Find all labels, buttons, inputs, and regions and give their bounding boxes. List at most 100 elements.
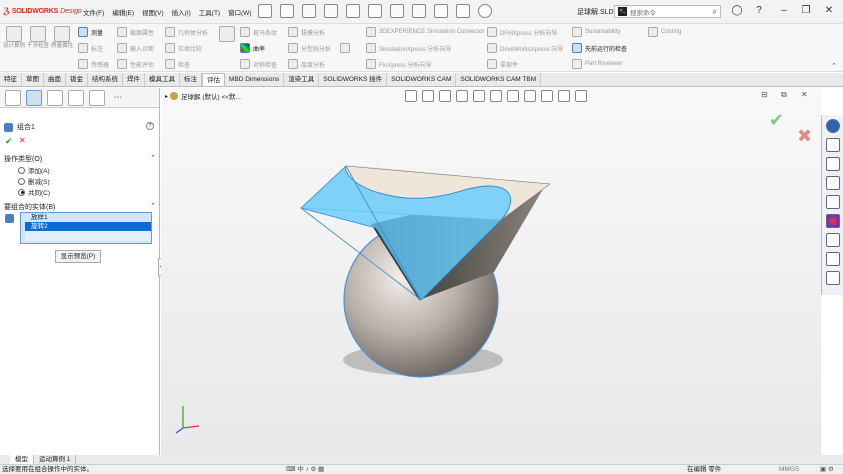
solidworks-resources-icon[interactable]: [825, 119, 840, 133]
feature-manager-tab-icon[interactable]: [5, 89, 21, 106]
tab-model[interactable]: 模型: [10, 455, 34, 464]
rebuild-icon[interactable]: [434, 4, 448, 18]
new-document-icon[interactable]: [280, 4, 294, 18]
check-button[interactable]: 检查: [165, 59, 190, 69]
appearances-icon[interactable]: [825, 214, 840, 228]
3dx-simulation-connector-button[interactable]: 3DEXPERIENCE Simulation Connector: [366, 27, 484, 37]
menu-file[interactable]: 文件(F): [79, 7, 108, 17]
geometry-analysis-button[interactable]: 几何体分析: [165, 27, 208, 37]
print-icon[interactable]: [346, 4, 360, 18]
property-manager-tab-icon[interactable]: [26, 89, 42, 106]
menu-view[interactable]: 视图(V): [138, 7, 168, 17]
tab-mbd-dimensions[interactable]: MBD Dimensions: [225, 73, 285, 86]
menu-edit[interactable]: 编辑(E): [108, 7, 138, 17]
performance-evaluation-button[interactable]: 性能评估: [117, 59, 154, 69]
curvature-button[interactable]: 曲率: [240, 43, 265, 53]
tab-mold-tools[interactable]: 模具工具: [145, 73, 180, 86]
options-gear-icon[interactable]: [478, 4, 492, 18]
menu-window[interactable]: 窗口(W): [224, 7, 255, 17]
more-tabs-icon[interactable]: ⋯: [110, 90, 126, 106]
driveworksxpress-button[interactable]: DriveWorksXpress 向导: [487, 43, 563, 53]
file-properties-icon[interactable]: [456, 4, 470, 18]
user-account-icon[interactable]: ◯: [730, 4, 744, 18]
body-item-revolve2[interactable]: 旋转2: [25, 222, 151, 231]
zebra-stripes-button[interactable]: 斑马条纹: [240, 27, 277, 37]
undo-icon[interactable]: [368, 4, 382, 18]
tab-motion-study[interactable]: 运动算例 1: [34, 455, 77, 464]
mass-properties-button[interactable]: 质量属性: [50, 26, 74, 50]
tab-sheet-metal[interactable]: 钣金: [66, 73, 88, 86]
markup-button[interactable]: 标注: [78, 43, 103, 53]
close-button[interactable]: ✕: [822, 4, 836, 18]
cancel-button[interactable]: ✕: [19, 136, 26, 145]
tab-render-tools[interactable]: 渲染工具: [284, 73, 320, 86]
part-reviewer-button[interactable]: Part Reviewer: [572, 59, 623, 69]
symmetry-check-button[interactable]: 对称检查: [240, 59, 277, 69]
tab-features[interactable]: 特征: [0, 73, 22, 86]
thickness-analysis-button[interactable]: 厚度分析: [288, 59, 325, 69]
floxpress-button[interactable]: FloXpress 分析向导: [366, 59, 432, 69]
save-icon[interactable]: [324, 4, 338, 18]
menu-insert[interactable]: 插入(I): [168, 7, 195, 17]
tab-markup[interactable]: 标注: [180, 73, 202, 86]
draft-analysis-button[interactable]: 拔模分析: [288, 27, 325, 37]
section-properties-button[interactable]: 截面属性: [117, 27, 154, 37]
bodies-selection-box[interactable]: 放样1 旋转2: [20, 212, 152, 244]
components-button[interactable]: 零部件: [487, 59, 518, 69]
radio-add[interactable]: 添加(A): [18, 165, 50, 175]
radio-subtract[interactable]: 删减(S): [18, 176, 50, 186]
solidworks-logo[interactable]: ℨ SOLIDWORKS Design: [0, 6, 82, 17]
tab-scroll-arrows-icon[interactable]: [0, 455, 10, 464]
forum-icon[interactable]: [825, 252, 840, 266]
graphics-area[interactable]: ▸ 足球解 (默认) <<默... ⊟ ⧉ ✕ ✔ ✖: [161, 88, 821, 455]
tab-sketch[interactable]: 草图: [22, 73, 44, 86]
search-commands-box[interactable]: >_ 搜索命令 ⌕: [614, 5, 721, 18]
tab-weldments[interactable]: 焊件: [123, 73, 145, 86]
home-icon[interactable]: [825, 138, 840, 152]
display-manager-tab-icon[interactable]: [89, 89, 105, 106]
radio-common[interactable]: 共同(C): [18, 187, 50, 197]
custom-properties-icon[interactable]: [825, 233, 840, 247]
help-icon[interactable]: ?: [146, 122, 154, 130]
ok-button[interactable]: ✔: [5, 136, 13, 147]
units-selector[interactable]: MMGS: [779, 465, 799, 474]
minimize-button[interactable]: –: [777, 4, 791, 18]
tab-solidworks-cam[interactable]: SOLIDWORKS CAM: [387, 73, 457, 86]
configuration-manager-tab-icon[interactable]: [47, 89, 63, 106]
status-icons[interactable]: ▣ ⚙: [820, 465, 834, 474]
interference-check-button[interactable]: 干涉检查: [26, 26, 50, 50]
open-folder-icon[interactable]: [302, 4, 316, 18]
tab-surfaces[interactable]: 曲面: [44, 73, 66, 86]
body-compare-button[interactable]: 实体比较: [165, 43, 202, 53]
dfmxpress-button[interactable]: DFMXpress 分析向导: [487, 27, 557, 37]
deviation-analysis-button[interactable]: [215, 26, 239, 43]
operation-type-section[interactable]: 操作类型(O) ⌃: [4, 154, 156, 164]
dimxpert-tab-icon[interactable]: [68, 89, 84, 106]
simulationxpress-button[interactable]: SimulationXpress 分析向导: [366, 43, 451, 53]
bodies-to-combine-section[interactable]: 要组合的实体(B) ⌃: [4, 202, 156, 212]
design-study-button[interactable]: 设计算例: [2, 26, 26, 50]
collapse-ribbon-icon[interactable]: ⌃: [831, 62, 837, 70]
measure-button[interactable]: 测量: [78, 27, 103, 37]
previous-checks-button[interactable]: 先前运行的检查: [572, 43, 627, 53]
sustainability-button[interactable]: Sustainability: [572, 27, 620, 37]
help-icon[interactable]: ?: [752, 4, 766, 18]
tab-structure-system[interactable]: 结构系统: [88, 73, 123, 86]
design-library-icon[interactable]: [825, 157, 840, 171]
show-preview-button[interactable]: 显示预览(P): [55, 250, 101, 263]
sensor-button[interactable]: 传感器: [78, 59, 109, 69]
tab-solidworks-addins[interactable]: SOLIDWORKS 插件: [319, 73, 388, 86]
parting-line-analysis-button[interactable]: 分型线分析: [288, 43, 331, 53]
body-item-loft1[interactable]: 放样1: [25, 213, 151, 222]
search-icon[interactable]: ⌕: [713, 7, 717, 17]
redo-icon[interactable]: [390, 4, 404, 18]
home-icon[interactable]: [258, 4, 272, 18]
select-cursor-icon[interactable]: [412, 4, 426, 18]
menu-tools[interactable]: 工具(T): [195, 7, 224, 17]
costing-button[interactable]: Costing: [648, 27, 681, 37]
add-in-icon[interactable]: [825, 271, 840, 285]
view-palette-icon[interactable]: [825, 195, 840, 209]
undercut-analysis-button[interactable]: [340, 43, 353, 53]
file-explorer-icon[interactable]: [825, 176, 840, 190]
restore-button[interactable]: ❐: [799, 4, 813, 18]
